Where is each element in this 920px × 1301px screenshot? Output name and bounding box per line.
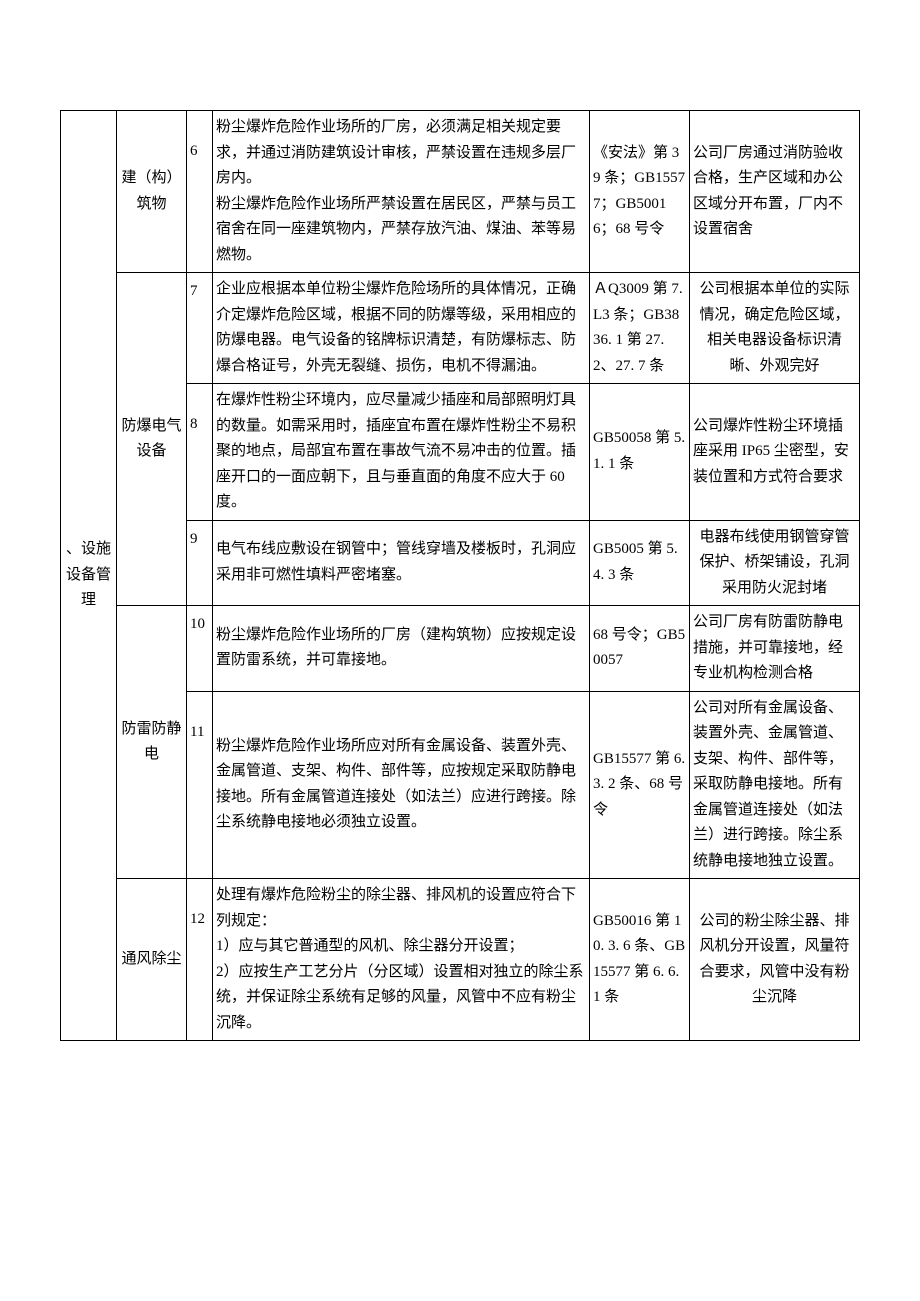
row-number: 9 — [187, 520, 213, 606]
row-number: 6 — [187, 111, 213, 273]
table-row: 、设施设备管理 建（构）筑物 6 粉尘爆炸危险作业场所的厂房，必须满足相关规定要… — [61, 111, 860, 273]
status-cell: 公司厂房通过消防验收合格，生产区域和办公区域分开布置，厂内不设置宿舍 — [690, 111, 860, 273]
reference-cell: GB5005 第 5. 4. 3 条 — [590, 520, 690, 606]
table-row: 通风除尘 12 处理有爆炸危险粉尘的除尘器、排风机的设置应符合下列规定：1）应与… — [61, 879, 860, 1041]
row-number: 12 — [187, 879, 213, 1041]
status-cell: 公司厂房有防雷防静电措施，并可靠接地，经专业机构检测合格 — [690, 606, 860, 692]
requirement-cell: 处理有爆炸危险粉尘的除尘器、排风机的设置应符合下列规定：1）应与其它普通型的风机… — [213, 879, 590, 1041]
requirement-cell: 粉尘爆炸危险作业场所应对所有金属设备、装置外壳、金属管道、支架、构件、部件等，应… — [213, 691, 590, 879]
regulation-table: 、设施设备管理 建（构）筑物 6 粉尘爆炸危险作业场所的厂房，必须满足相关规定要… — [60, 110, 860, 1041]
status-cell: 公司对所有金属设备、装置外壳、金属管道、支架、构件、部件等，采取防静电接地。所有… — [690, 691, 860, 879]
row-number: 11 — [187, 691, 213, 879]
reference-cell: GB15577 第 6. 3. 2 条、68 号令 — [590, 691, 690, 879]
table-row: 防爆电气设备 7 企业应根据本单位粉尘爆炸危险场所的具体情况，正确介定爆炸危险区… — [61, 273, 860, 384]
row-number: 8 — [187, 384, 213, 521]
row-number: 10 — [187, 606, 213, 692]
row-number: 7 — [187, 273, 213, 384]
requirement-cell: 电气布线应敷设在钢管中；管线穿墙及楼板时，孔洞应采用非可燃性填料严密堵塞。 — [213, 520, 590, 606]
requirement-cell: 在爆炸性粉尘环境内，应尽量减少插座和局部照明灯具的数量。如需采用时，插座宜布置在… — [213, 384, 590, 521]
requirement-cell: 企业应根据本单位粉尘爆炸危险场所的具体情况，正确介定爆炸危险区域，根据不同的防爆… — [213, 273, 590, 384]
status-cell: 公司根据本单位的实际情况，确定危险区域，相关电器设备标识清晰、外观完好 — [690, 273, 860, 384]
table-body: 、设施设备管理 建（构）筑物 6 粉尘爆炸危险作业场所的厂房，必须满足相关规定要… — [61, 111, 860, 1041]
subcategory-cell: 建（构）筑物 — [117, 111, 187, 273]
requirement-cell: 粉尘爆炸危险作业场所的厂房（建构筑物）应按规定设置防雷系统，并可靠接地。 — [213, 606, 590, 692]
reference-cell: ＡQ3009 第 7. L3 条；GB3836. 1 第 27. 2、27. 7… — [590, 273, 690, 384]
reference-cell: GB50016 第 10. 3. 6 条、GB15577 第 6. 6. 1 条 — [590, 879, 690, 1041]
reference-cell: GB50058 第 5. 1. 1 条 — [590, 384, 690, 521]
status-cell: 公司的粉尘除尘器、排风机分开设置，风量符合要求，风管中没有粉尘沉降 — [690, 879, 860, 1041]
subcategory-cell: 防爆电气设备 — [117, 273, 187, 606]
status-cell: 电器布线使用钢管穿管保护、桥架铺设，孔洞采用防火泥封堵 — [690, 520, 860, 606]
requirement-cell: 粉尘爆炸危险作业场所的厂房，必须满足相关规定要求，并通过消防建筑设计审核，严禁设… — [213, 111, 590, 273]
category-cell: 、设施设备管理 — [61, 111, 117, 1041]
subcategory-cell: 防雷防静电 — [117, 606, 187, 879]
subcategory-cell: 通风除尘 — [117, 879, 187, 1041]
reference-cell: 68 号令；GB50057 — [590, 606, 690, 692]
reference-cell: 《安法》第 39 条；GB15577；GB50016；68 号令 — [590, 111, 690, 273]
table-row: 防雷防静电 10 粉尘爆炸危险作业场所的厂房（建构筑物）应按规定设置防雷系统，并… — [61, 606, 860, 692]
status-cell: 公司爆炸性粉尘环境插座采用 IP65 尘密型，安装位置和方式符合要求 — [690, 384, 860, 521]
